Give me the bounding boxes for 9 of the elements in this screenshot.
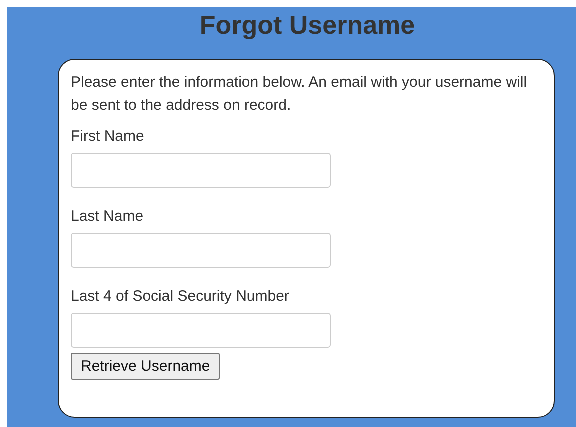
input-field[interactable]: [71, 233, 331, 268]
field-label: First Name: [71, 127, 146, 147]
field-label: Last 4 of Social Security Number: [71, 287, 290, 307]
input-field[interactable]: [71, 153, 331, 188]
field-label: Last Name: [71, 207, 145, 227]
instructions-text: Please enter the information below. An email with your username will be sent to the address on record.: [71, 73, 528, 116]
page-title: Forgot Username: [198, 10, 416, 40]
input-field[interactable]: [71, 313, 331, 348]
retrieve-username-button[interactable]: Retrieve Username: [71, 353, 220, 380]
